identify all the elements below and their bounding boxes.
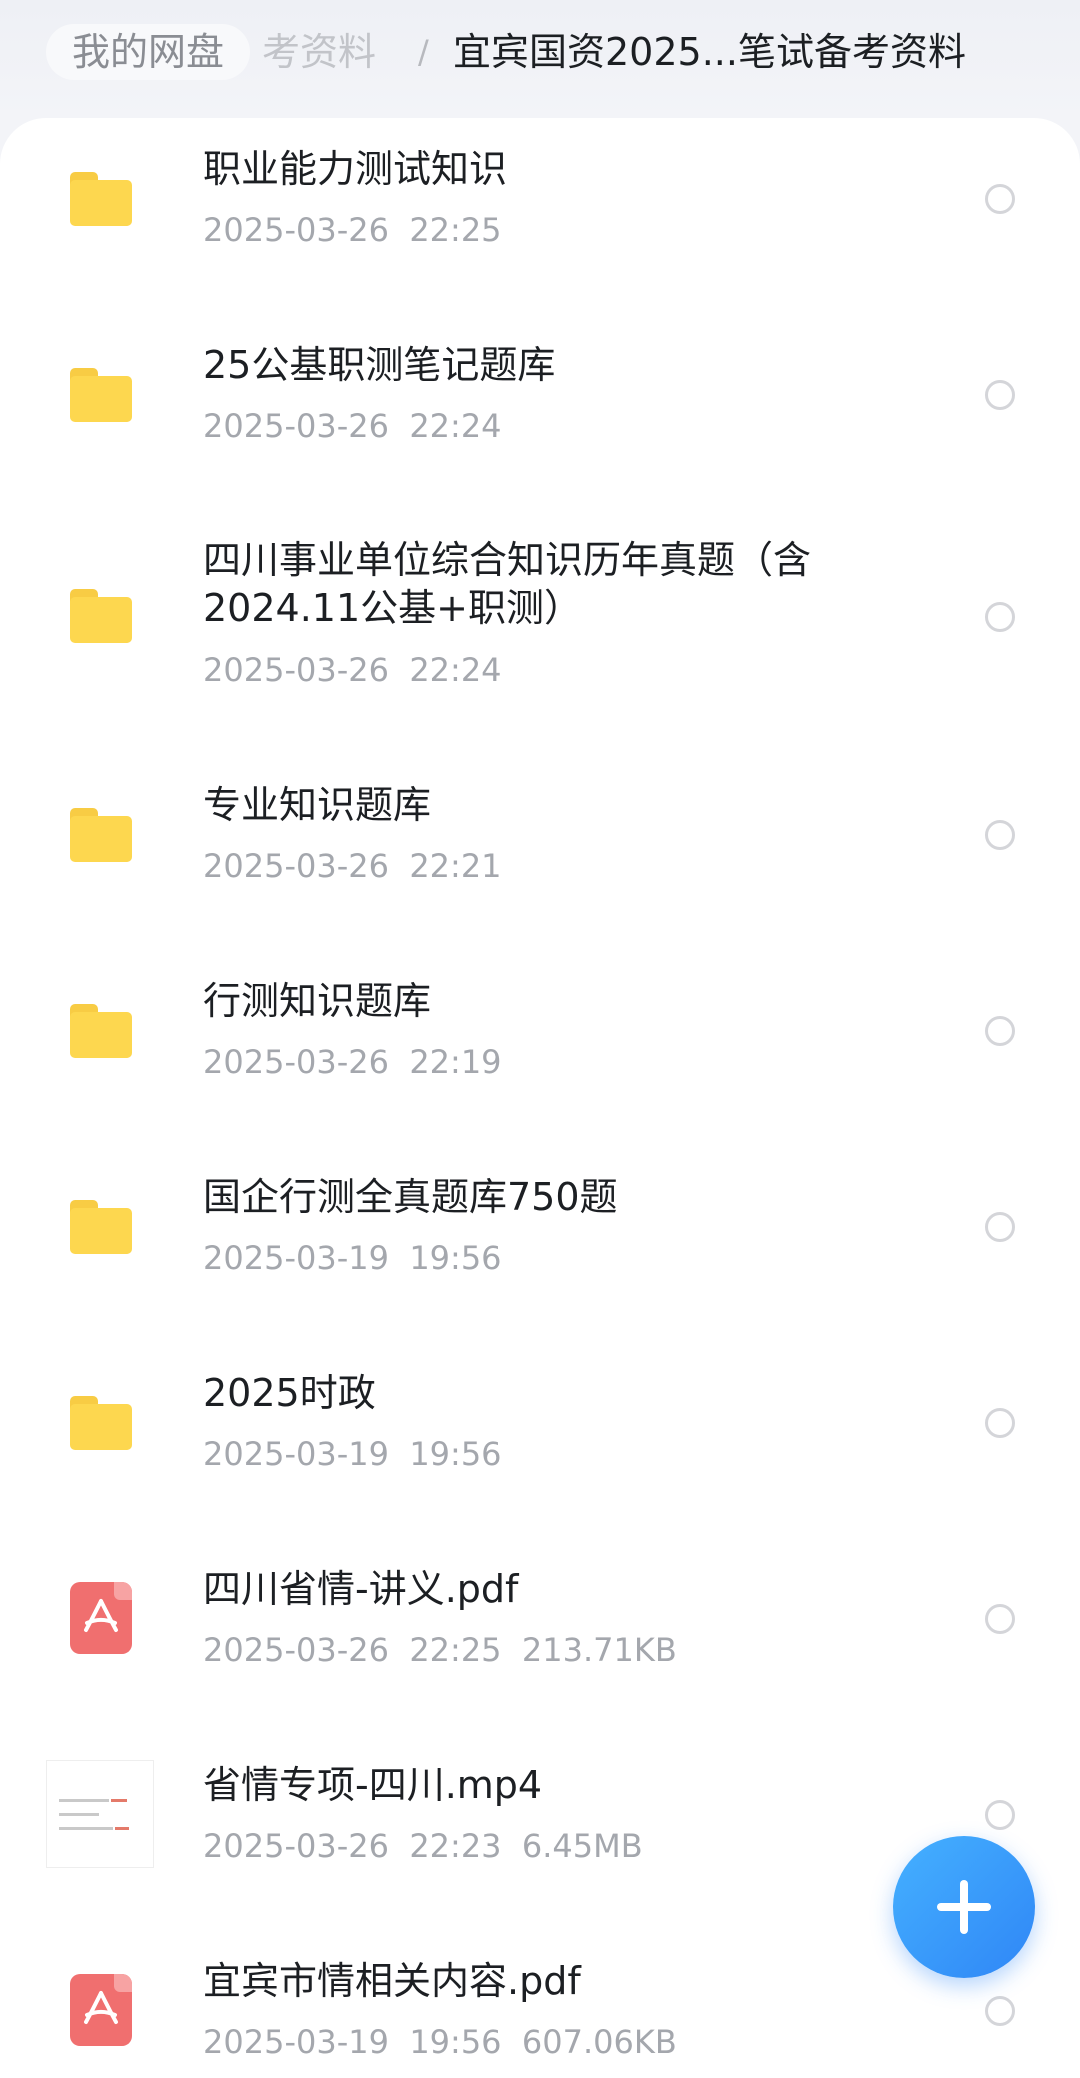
select-radio[interactable] <box>985 380 1015 410</box>
video-thumbnail <box>46 1760 154 1868</box>
list-item[interactable]: 25公基职测笔记题库 2025-03-26 22:24 <box>0 314 1080 510</box>
select-radio[interactable] <box>985 1996 1015 2026</box>
file-meta: 2025-03-26 22:24 <box>203 407 502 445</box>
select-radio[interactable] <box>985 1016 1015 1046</box>
file-meta: 2025-03-19 19:56 607.06KB <box>203 2023 677 2061</box>
file-name: 四川事业单位综合知识历年真题（含2024.11公基+职测） <box>203 538 812 630</box>
list-item[interactable]: 专业知识题库 2025-03-26 22:21 <box>0 754 1080 950</box>
folder-icon <box>70 1200 132 1254</box>
select-radio[interactable] <box>985 1212 1015 1242</box>
file-meta: 2025-03-19 19:56 <box>203 1435 502 1473</box>
breadcrumb-separator: / <box>418 33 429 71</box>
file-name: 专业知识题库 <box>203 783 432 827</box>
file-name: 四川省情-讲义.pdf <box>203 1567 519 1611</box>
file-name: 国企行测全真题库750题 <box>203 1175 618 1219</box>
file-name: 25公基职测笔记题库 <box>203 343 556 387</box>
file-meta: 2025-03-26 22:19 <box>203 1043 502 1081</box>
file-name: 2025时政 <box>203 1371 376 1415</box>
select-radio[interactable] <box>985 184 1015 214</box>
folder-icon <box>70 368 132 422</box>
list-item[interactable]: 四川事业单位综合知识历年真题（含2024.11公基+职测） 2025-03-26… <box>0 510 1080 754</box>
file-meta: 2025-03-19 19:56 <box>203 1239 502 1277</box>
file-list: 职业能力测试知识 2025-03-26 22:25 25公基职测笔记题库 202… <box>0 118 1080 2078</box>
file-meta: 2025-03-26 22:25 213.71KB <box>203 1631 677 1669</box>
breadcrumb-current: 宜宾国资2025...笔试备考资料 <box>453 30 966 74</box>
select-radio[interactable] <box>985 602 1015 632</box>
list-item[interactable]: 四川省情-讲义.pdf 2025-03-26 22:25 213.71KB <box>0 1538 1080 1734</box>
folder-icon <box>70 1004 132 1058</box>
folder-icon <box>70 808 132 862</box>
list-item[interactable]: 2025时政 2025-03-19 19:56 <box>0 1342 1080 1538</box>
breadcrumb-bar: 我的网盘 考资料 / 宜宾国资2025...笔试备考资料 <box>0 0 1080 116</box>
file-name: 宜宾市情相关内容.pdf <box>203 1959 581 2003</box>
list-item[interactable]: 职业能力测试知识 2025-03-26 22:25 <box>0 118 1080 314</box>
file-meta: 2025-03-26 22:24 <box>203 651 502 689</box>
folder-icon <box>70 1396 132 1450</box>
pdf-icon <box>70 1582 132 1654</box>
select-radio[interactable] <box>985 820 1015 850</box>
file-name: 行测知识题库 <box>203 979 432 1023</box>
select-radio[interactable] <box>985 1604 1015 1634</box>
folder-icon <box>70 589 132 643</box>
select-radio[interactable] <box>985 1800 1015 1830</box>
list-item[interactable]: 国企行测全真题库750题 2025-03-19 19:56 <box>0 1146 1080 1342</box>
file-name: 省情专项-四川.mp4 <box>203 1763 543 1807</box>
breadcrumb-root[interactable]: 我的网盘 <box>46 24 251 80</box>
select-radio[interactable] <box>985 1408 1015 1438</box>
folder-icon <box>70 172 132 226</box>
pdf-icon <box>70 1974 132 2046</box>
file-meta: 2025-03-26 22:21 <box>203 847 502 885</box>
list-item[interactable]: 行测知识题库 2025-03-26 22:19 <box>0 950 1080 1146</box>
file-meta: 2025-03-26 22:25 <box>203 211 502 249</box>
file-name: 职业能力测试知识 <box>203 147 508 191</box>
add-button[interactable] <box>893 1836 1035 1978</box>
file-meta: 2025-03-26 22:23 6.45MB <box>203 1827 643 1865</box>
breadcrumb-parent[interactable]: 考资料 <box>262 24 376 80</box>
